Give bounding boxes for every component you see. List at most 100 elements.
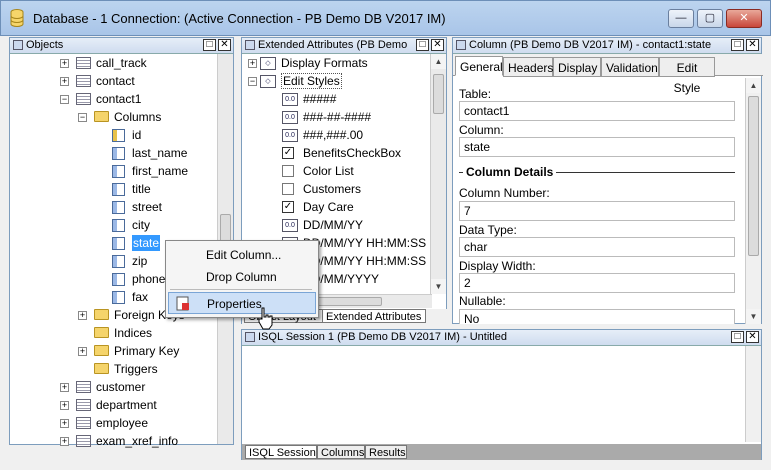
pane-close-button[interactable]: ✕ [218,39,231,51]
menu-item-edit-column[interactable]: Edit Column... [168,244,316,266]
pane-maximize-button[interactable]: □ [203,39,216,51]
isql-scrollbar[interactable] [745,346,761,442]
ext-attr-item[interactable]: + ◇ Display Formats [242,54,428,72]
tree-item[interactable]: + Primary Key [10,342,216,360]
column-number-field[interactable]: 7 [459,201,735,221]
isql-editor[interactable] [244,347,742,441]
display-width-field[interactable]: 2 [459,273,735,293]
pane-maximize-button[interactable]: □ [731,39,744,51]
expand-toggle-icon[interactable]: + [78,347,87,356]
scroll-thumb[interactable] [748,96,759,256]
tab-isql-session[interactable]: ISQL Session [245,445,317,459]
table-field[interactable]: contact1 [459,101,735,121]
edit-mask-icon: 0.0 [282,93,298,106]
tree-item[interactable]: Indices [10,324,216,342]
scroll-up-arrow[interactable]: ▲ [431,54,446,69]
ext-attr-item[interactable]: ✓ Day Care [242,198,428,216]
tree-item[interactable]: + customer [10,378,216,396]
ext-attr-item[interactable]: 0.0 ###-##-#### [242,108,428,126]
column-icon [112,219,125,232]
menu-item-drop-column[interactable]: Drop Column [168,266,316,288]
expand-toggle-icon[interactable]: + [60,383,69,392]
tab-extended-attributes[interactable]: Extended Attributes [322,309,426,323]
tab-headers[interactable]: Headers [503,57,553,77]
column-details-heading: Column Details [463,165,557,179]
pane-close-button[interactable]: ✕ [746,331,759,343]
tab-validation[interactable]: Validation [601,57,659,77]
ext-attr-item-label: DD/MM/YY HH:MM:SS [303,254,427,268]
tab-general[interactable]: General [455,56,503,76]
scroll-thumb[interactable] [433,74,444,114]
close-button[interactable]: ✕ [726,9,762,28]
edit-mask-icon: 0.0 [282,111,298,124]
tree-item[interactable]: + call_track [10,54,216,72]
nullable-field[interactable]: No [459,309,735,326]
tree-item[interactable]: first_name [10,162,216,180]
tree-item[interactable]: − Columns [10,108,216,126]
ext-attr-item[interactable]: 0.0 ###,###.00 [242,126,428,144]
expand-toggle-icon[interactable]: + [60,77,69,86]
expand-toggle-icon[interactable]: + [60,419,69,428]
expand-toggle-icon[interactable]: + [60,59,69,68]
tree-item[interactable]: title [10,180,216,198]
ext-attr-item[interactable]: Customers [242,180,428,198]
ext-attr-item[interactable]: − ◇ Edit Styles [242,72,428,90]
ext-attr-item[interactable]: ✓ BenefitsCheckBox [242,144,428,162]
ext-attr-header: Extended Attributes (PB Demo □ ✕ [242,38,446,54]
tree-item[interactable]: − contact1 [10,90,216,108]
tree-item-label: city [132,218,150,232]
properties-icon [176,296,189,311]
ext-attr-vscroll[interactable]: ▲ ▼ [430,54,446,294]
tree-item[interactable]: + exam_xref_info [10,432,216,450]
menu-item-properties[interactable]: Properties [168,292,316,314]
expand-toggle-icon[interactable]: + [60,401,69,410]
column-icon [112,273,125,286]
tree-item[interactable]: id [10,126,216,144]
ext-attr-item[interactable]: Color List [242,162,428,180]
expand-toggle-icon[interactable]: + [248,59,257,68]
tab-edit-style[interactable]: Edit Style [659,57,715,95]
table-icon [76,75,91,87]
pane-maximize-button[interactable]: □ [416,39,429,51]
expand-toggle-icon[interactable]: + [60,437,69,446]
ext-attr-item[interactable]: 0.0 DD/MM/YY [242,216,428,234]
tab-display[interactable]: Display [553,57,601,77]
tab-columns[interactable]: Columns [317,445,365,459]
checkbox-style-icon: ✓ [282,147,294,159]
folder-icon [94,363,109,374]
ext-attr-item-label: Display Formats [281,56,368,70]
ext-attr-title: Extended Attributes (PB Demo [258,39,408,51]
pane-close-button[interactable]: ✕ [746,39,759,51]
tree-item[interactable]: city [10,216,216,234]
tree-item[interactable]: last_name [10,144,216,162]
expand-toggle-icon[interactable]: − [248,77,257,86]
tree-item[interactable]: street [10,198,216,216]
data-type-field[interactable]: char [459,237,735,257]
tree-item[interactable]: Triggers [10,360,216,378]
expand-toggle-icon[interactable]: − [60,95,69,104]
tree-item[interactable]: + employee [10,414,216,432]
tree-item-label: Indices [114,326,153,340]
expand-toggle-icon[interactable]: + [78,311,87,320]
pane-maximize-button[interactable]: □ [731,331,744,343]
column-field[interactable]: state [459,137,735,157]
tree-item[interactable]: + contact [10,72,216,90]
maximize-button[interactable]: ▢ [697,9,723,28]
ext-attr-item-label: BenefitsCheckBox [303,146,402,160]
pane-icon [13,40,23,50]
tab-results[interactable]: Results [365,445,407,459]
nullable-label: Nullable: [459,294,506,308]
scroll-up-arrow[interactable]: ▲ [746,78,761,93]
minimize-button[interactable]: — [668,9,694,28]
expand-toggle-icon[interactable]: − [78,113,87,122]
scroll-down-arrow[interactable]: ▼ [746,309,761,324]
column-icon [112,147,125,160]
pane-close-button[interactable]: ✕ [431,39,444,51]
ext-attr-item[interactable]: 0.0 ##### [242,90,428,108]
column-pane-scrollbar[interactable]: ▲ ▼ [745,78,761,324]
tree-item-label: Columns [114,110,162,124]
scroll-down-arrow[interactable]: ▼ [431,279,446,294]
tree-item[interactable]: + department [10,396,216,414]
tree-item-label: phone [132,272,166,286]
pane-icon [456,40,466,50]
